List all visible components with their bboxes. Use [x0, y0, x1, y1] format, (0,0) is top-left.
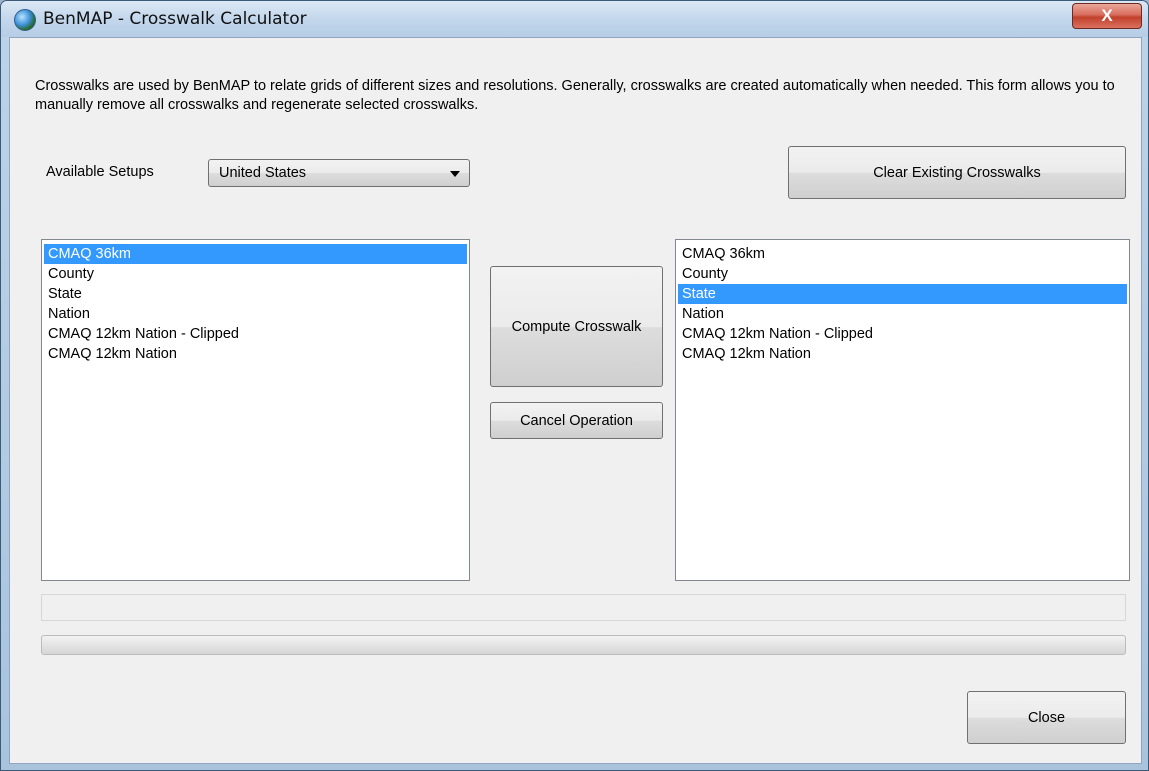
source-grid-item[interactable]: CMAQ 12km Nation - Clipped: [44, 324, 467, 344]
close-button[interactable]: Close: [967, 691, 1126, 744]
source-grid-item[interactable]: CMAQ 12km Nation: [44, 344, 467, 364]
crosswalk-calculator-window: BenMAP - Crosswalk Calculator X Crosswal…: [0, 0, 1149, 771]
target-grid-item[interactable]: CMAQ 36km: [678, 244, 1127, 264]
source-grid-item[interactable]: County: [44, 264, 467, 284]
target-grid-list[interactable]: CMAQ 36km County State Nation CMAQ 12km Nati…: [675, 239, 1130, 581]
chevron-down-icon: [450, 171, 460, 177]
target-grid-item[interactable]: CMAQ 12km Nation: [678, 344, 1127, 364]
source-grid-item[interactable]: State: [44, 284, 467, 304]
description-text: Crosswalks are used by BenMAP to relate …: [35, 78, 1115, 113]
target-grid-item[interactable]: CMAQ 12km Nation - Clipped: [678, 324, 1127, 344]
cancel-operation-button[interactable]: Cancel Operation: [490, 402, 663, 439]
target-grid-item[interactable]: Nation: [678, 304, 1127, 324]
available-setups-label: Available Setups: [46, 164, 154, 180]
progress-bar: [41, 635, 1126, 655]
selected-setup: United States: [219, 165, 307, 181]
benmap-globe-icon: [14, 9, 36, 31]
available-setups-dropdown[interactable]: United States: [208, 159, 470, 187]
source-grid-list[interactable]: CMAQ 36km County State Nation CMAQ 12km Nati…: [41, 239, 470, 581]
status-text-box: [41, 594, 1126, 621]
clear-existing-crosswalks-button[interactable]: Clear Existing Crosswalks: [788, 146, 1126, 199]
source-grid-item[interactable]: CMAQ 36km: [44, 244, 467, 264]
target-grid-item[interactable]: County: [678, 264, 1127, 284]
compute-crosswalk-button[interactable]: Compute Crosswalk: [490, 266, 663, 387]
window-title: BenMAP - Crosswalk Calculator: [43, 9, 307, 29]
title-bar[interactable]: BenMAP - Crosswalk Calculator X: [1, 1, 1148, 37]
target-grid-item[interactable]: State: [678, 284, 1127, 304]
source-grid-item[interactable]: Nation: [44, 304, 467, 324]
close-icon[interactable]: X: [1072, 3, 1142, 29]
